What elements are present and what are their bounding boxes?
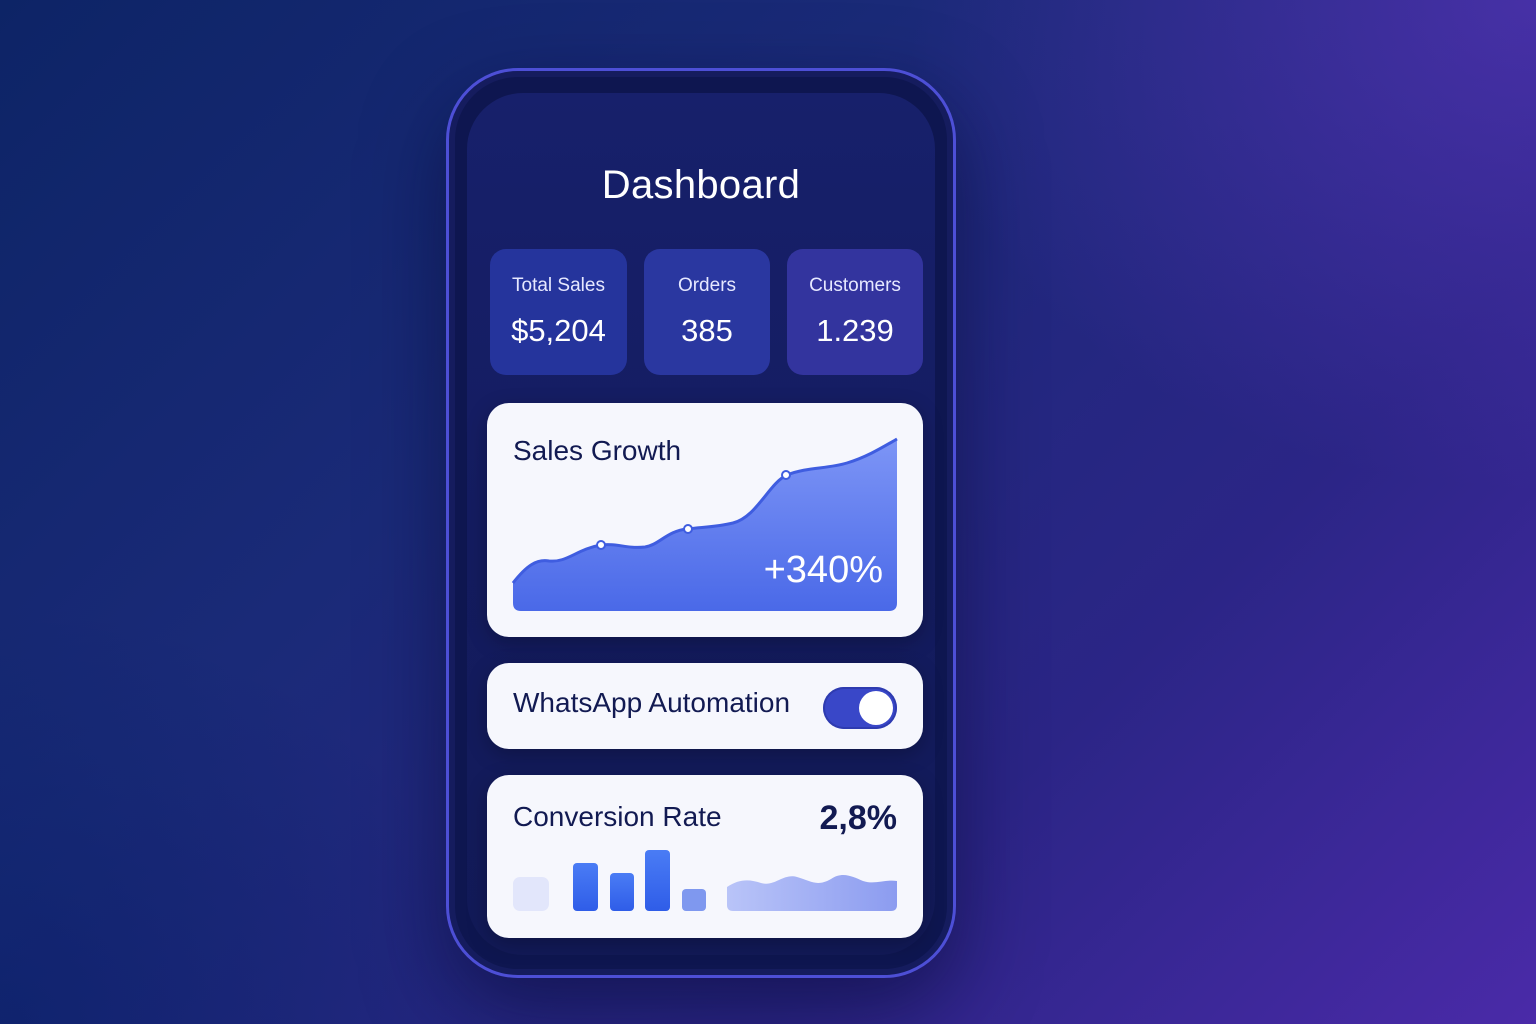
stat-card-customers[interactable]: Customers 1.239 — [787, 249, 923, 375]
whatsapp-automation-label: WhatsApp Automation — [513, 687, 791, 718]
stat-card-total-sales[interactable]: Total Sales $5,204 — [490, 249, 627, 375]
conversion-bar — [610, 873, 634, 911]
sales-growth-title: Sales Growth — [513, 435, 682, 466]
stat-value-customers: 1.239 — [816, 313, 894, 348]
sales-growth-value: +340% — [763, 549, 883, 591]
stat-value-total-sales: $5,204 — [511, 313, 606, 348]
conversion-bar — [682, 889, 706, 911]
stat-card-orders[interactable]: Orders 385 — [644, 249, 770, 375]
conversion-bar — [645, 850, 670, 911]
phone-screen: Dashboard Total Sales $5,204 Orders 385 … — [467, 93, 935, 955]
phone-frame: Dashboard Total Sales $5,204 Orders 385 … — [446, 68, 956, 978]
stat-label-orders: Orders — [677, 275, 737, 296]
conversion-rate-card[interactable]: Conversion Rate 2,8% — [487, 775, 923, 938]
conversion-rate-title: Conversion Rate — [513, 801, 722, 832]
sales-growth-point — [596, 540, 606, 550]
sales-growth-card[interactable]: Sales Growth +340% — [487, 403, 923, 637]
conversion-bar — [513, 877, 549, 911]
conversion-wave — [727, 875, 897, 911]
stat-label-total-sales: Total Sales — [512, 275, 605, 296]
stat-label-customers: Customers — [809, 275, 901, 296]
sales-growth-point — [781, 470, 791, 480]
toggle-knob — [859, 691, 893, 725]
whatsapp-automation-toggle[interactable] — [823, 687, 897, 729]
stat-value-orders: 385 — [681, 313, 733, 348]
page-title: Dashboard — [601, 163, 801, 207]
whatsapp-automation-card: WhatsApp Automation — [487, 663, 923, 749]
conversion-bar — [573, 863, 598, 911]
sales-growth-point — [683, 524, 693, 534]
conversion-rate-value: 2,8% — [819, 799, 898, 837]
